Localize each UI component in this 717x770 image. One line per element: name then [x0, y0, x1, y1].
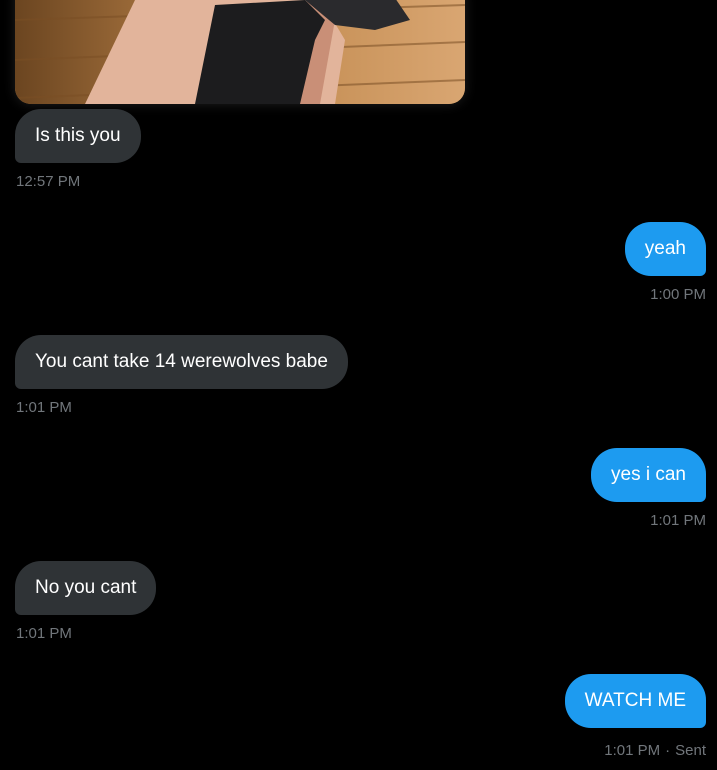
outgoing-message[interactable]: yeah [624, 222, 706, 276]
outgoing-message[interactable]: WATCH ME [564, 674, 706, 728]
photo-image [15, 0, 465, 104]
message-timestamp: 1:00 PM [650, 286, 706, 303]
message-meta: 1:01 PM · Sent [604, 742, 706, 759]
separator-dot: · [665, 742, 671, 759]
message-text: No you cant [35, 577, 137, 598]
message-text: yes i can [611, 464, 686, 485]
message-timestamp: 1:01 PM [650, 512, 706, 529]
attached-photo[interactable] [15, 0, 465, 104]
message-text: You cant take 14 werewolves babe [35, 351, 328, 372]
message-timestamp: 1:01 PM [16, 625, 72, 642]
delivery-status: Sent [675, 742, 706, 759]
message-text: Is this you [35, 125, 121, 146]
outgoing-message[interactable]: yes i can [591, 448, 706, 502]
message-text: WATCH ME [584, 690, 686, 711]
message-timestamp: 12:57 PM [16, 173, 81, 190]
message-timestamp: 1:01 PM [16, 399, 72, 416]
message-text: yeah [644, 238, 686, 259]
incoming-message[interactable]: Is this you [15, 109, 141, 163]
incoming-message[interactable]: No you cant [15, 561, 157, 615]
message-timestamp: 1:01 PM [604, 742, 661, 759]
incoming-message[interactable]: You cant take 14 werewolves babe [15, 335, 348, 389]
